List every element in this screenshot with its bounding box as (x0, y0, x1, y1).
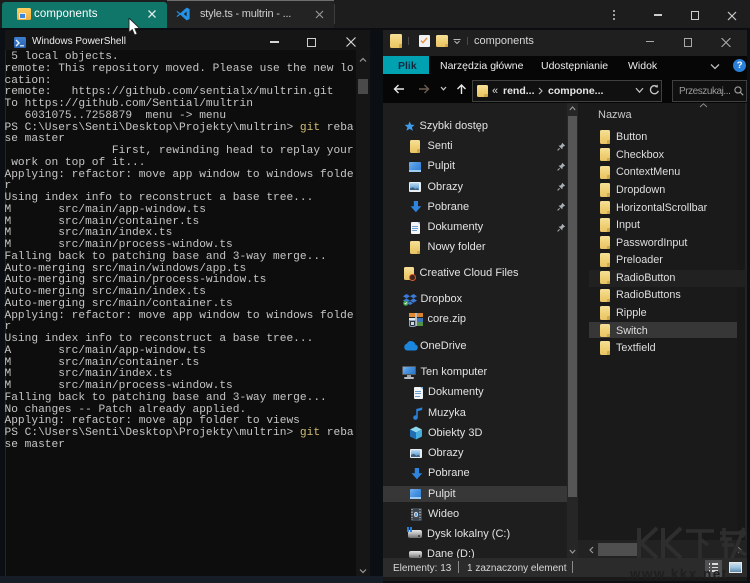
svg-text:www.kkx.net: www.kkx.net (630, 567, 728, 582)
